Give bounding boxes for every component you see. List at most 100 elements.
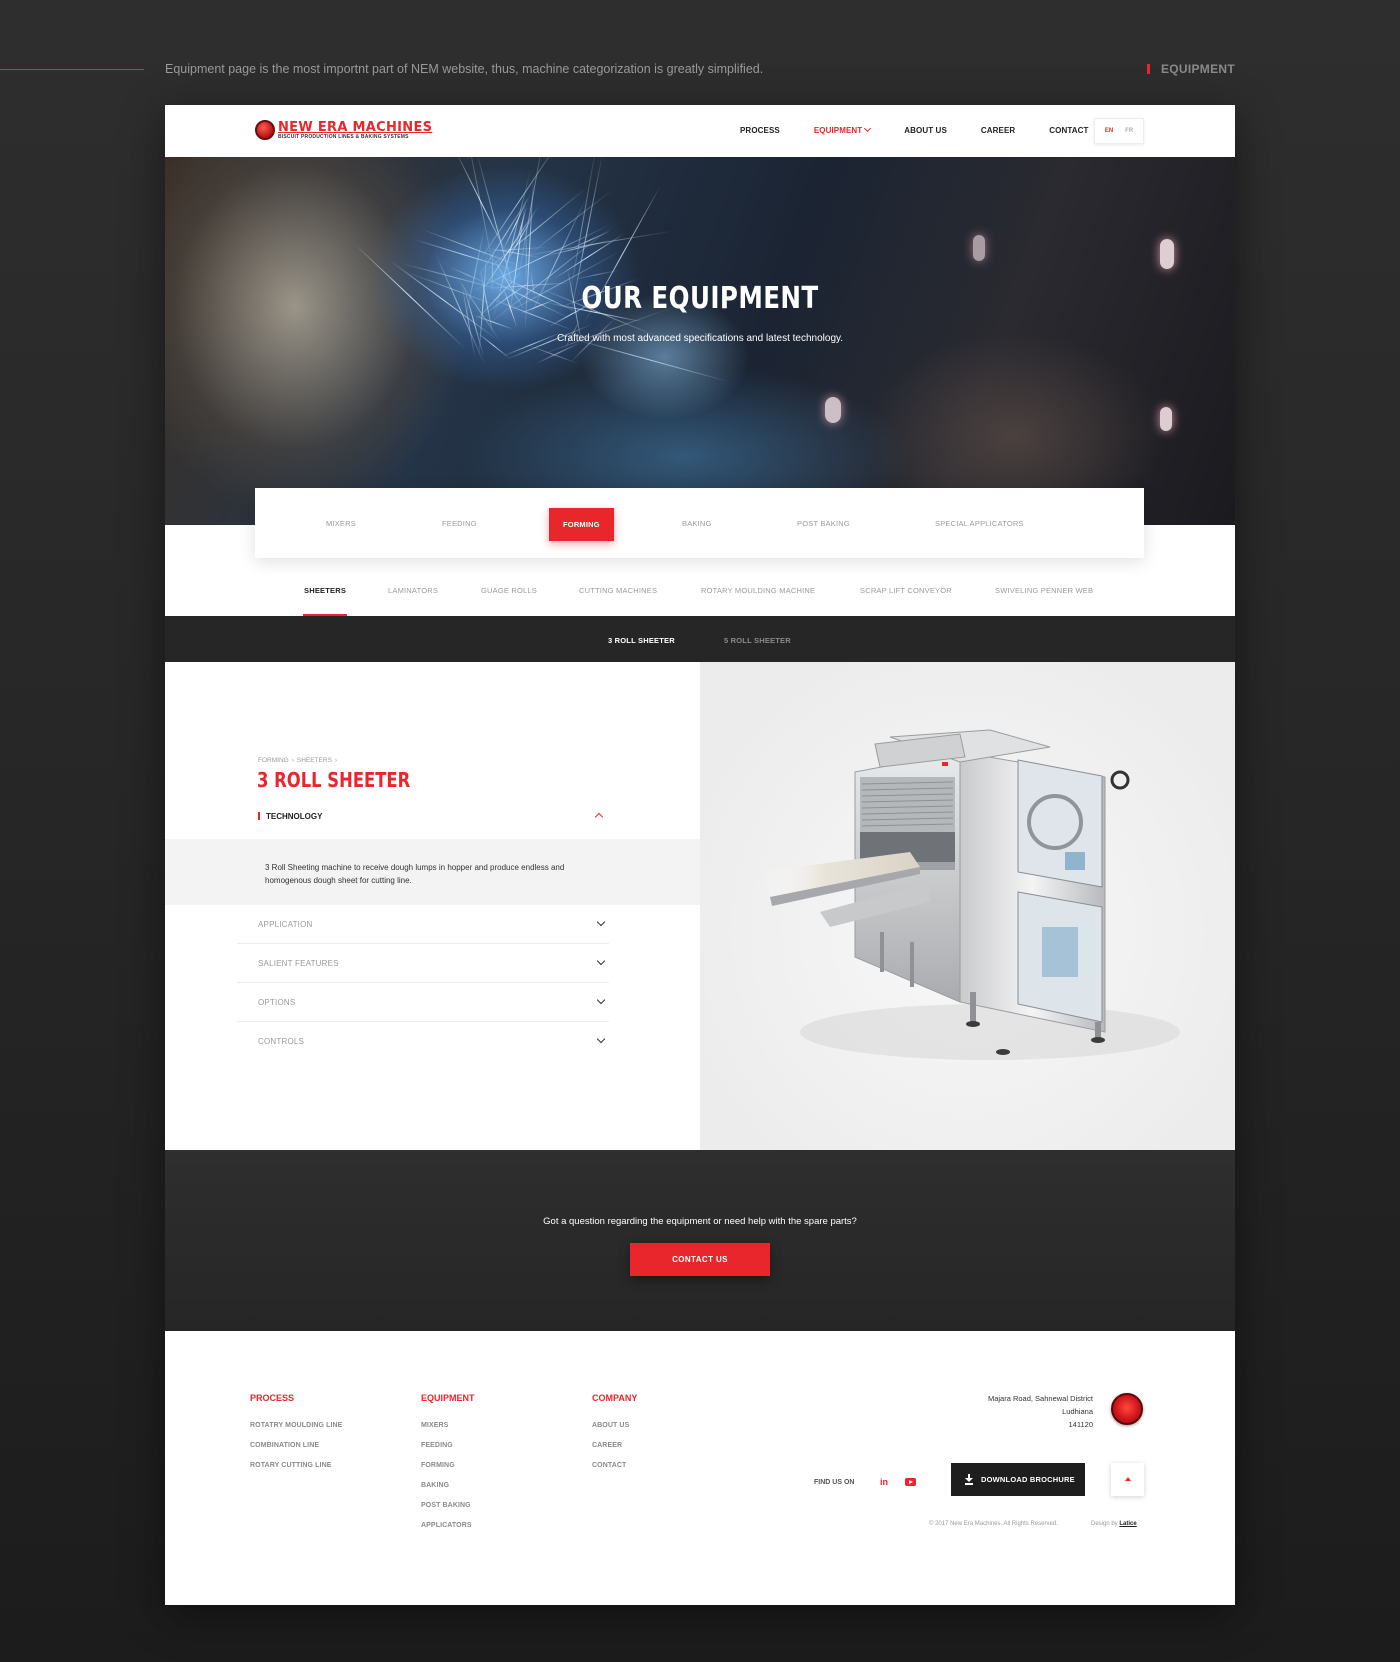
accordion-label: CONTROLS [258,1037,305,1046]
logo-name: NEW ERA MACHINES [278,119,433,135]
bokeh-light [825,397,841,423]
address: Majara Road, Sahnewal District Ludhiana … [988,1392,1093,1431]
logo-emblem-icon [255,120,275,140]
accordion-label: OPTIONS [258,998,296,1007]
footer-link[interactable]: FORMING [421,1462,475,1482]
footer-link[interactable]: CONTACT [592,1462,637,1482]
hero-title: OUR EQUIPMENT [581,281,819,316]
footer-heading: COMPANY [592,1393,638,1403]
language-fr[interactable]: FR [1125,128,1133,134]
design-credit-prefix: Design by [1091,1521,1118,1527]
category-tab-post-baking[interactable]: POST BAKING [797,519,850,528]
footer-link[interactable]: ABOUT US [592,1422,637,1442]
designer-link[interactable]: Latice [1119,1521,1136,1527]
sheeter-machine-image [760,729,1180,1060]
accordion-row-controls[interactable]: CONTROLS [237,1022,609,1061]
accordion-header-technology[interactable]: TECHNOLOGY [258,812,322,821]
footer-link[interactable]: BAKING [421,1482,475,1502]
contact-us-button[interactable]: CONTACT US [630,1243,770,1276]
footer-column-equipment: EQUIPMENT MIXERS FEEDING FORMING BAKING … [421,1393,475,1542]
footer-column-company: COMPANY ABOUT US CAREER CONTACT [592,1393,637,1482]
hero-subtitle: Crafted with most advanced specification… [556,333,844,344]
category-tab-forming[interactable]: FORMING [549,508,614,541]
category-tabs: MIXERS FEEDING FORMING BAKING POST BAKIN… [255,488,1144,558]
accordion-label: APPLICATION [258,920,313,929]
category-tab-special-applicators[interactable]: SPECIAL APPLICATORS [935,519,1024,528]
language-en[interactable]: EN [1105,128,1113,134]
subcategory-tab-sheeters[interactable]: SHEETERS [304,586,346,595]
product-title: 3 ROLL SHEETER [257,768,411,792]
address-line: Majara Road, Sahnewal District [987,1394,1093,1403]
nav-item-equipment[interactable]: EQUIPMENT [813,124,872,135]
nav-item-career[interactable]: CAREER [981,126,1015,135]
accordion-header-technology-label: TECHNOLOGY [266,812,323,821]
accent-line [0,69,144,70]
cta-question: Got a question regarding the equipment o… [543,1216,857,1227]
top-nav: NEW ERA MACHINES BISCUIT PRODUCTION LINE… [165,105,1235,157]
footer-link[interactable]: APPLICATORS [421,1522,475,1542]
breadcrumb-separator-icon: › [334,757,338,764]
accordion-label: SALIENT FEATURES [258,959,339,968]
bokeh-light [1160,239,1174,269]
footer-heading: EQUIPMENT [421,1393,475,1403]
back-to-top-icon[interactable] [1111,1463,1144,1496]
subcategory-tab-rotary-moulding-machine[interactable]: ROTARY MOULDING MACHINE [701,586,815,595]
category-tab-feeding[interactable]: FEEDING [442,519,477,528]
footer-column-process: PROCESS ROTATRY MOULDING LINE COMBINATIO… [250,1393,342,1482]
chevron-down-icon [596,956,606,966]
model-tab-5-roll-sheeter[interactable]: 5 ROLL SHEETER [724,636,791,645]
accordion-row-application[interactable]: APPLICATION [237,905,609,944]
youtube-icon[interactable] [905,1478,916,1486]
presentation-tag: EQUIPMENT [1146,62,1235,76]
footer-link[interactable]: FEEDING [421,1442,475,1462]
subcategory-tab-scrap-lift-conveyor[interactable]: SCRAP LIFT CONVEYOR [860,586,952,595]
presentation-tag-label: EQUIPMENT [1160,62,1235,76]
chevron-down-icon [596,917,606,927]
category-tab-mixers[interactable]: MIXERS [326,519,356,528]
nav-item-equipment-label: EQUIPMENT [813,126,863,135]
breadcrumb: FORMING › SHEETERS › [258,757,340,764]
accordion-body-technology: 3 Roll Sheeting machine to receive dough… [165,839,700,905]
address-line: 141120 [1068,1420,1093,1429]
subcategory-tab-cutting-machines[interactable]: CUTTING MACHINES [579,586,657,595]
accordion-row-options[interactable]: OPTIONS [237,983,609,1022]
footer-link[interactable]: COMBINATION LINE [250,1442,342,1462]
presentation-caption: Equipment page is the most importnt part… [165,62,764,76]
breadcrumb-item-forming[interactable]: FORMING [258,757,289,764]
spark-streak [514,230,675,259]
nav-item-contact[interactable]: CONTACT [1049,126,1088,135]
chevron-down-icon [864,124,872,133]
footer-logo-emblem-icon [1111,1393,1143,1425]
footer-link[interactable]: ROTATRY MOULDING LINE [250,1422,342,1442]
design-credit: Design by Latice [1091,1521,1137,1527]
nav-menu: PROCESS EQUIPMENT ABOUT US CAREER CONTAC… [740,124,1122,135]
breadcrumb-item-sheeters[interactable]: SHEETERS [297,757,332,764]
spark-streak [568,157,597,301]
footer: PROCESS ROTATRY MOULDING LINE COMBINATIO… [165,1331,1235,1605]
nav-item-process[interactable]: PROCESS [740,126,780,135]
linkedin-icon[interactable]: in [880,1477,888,1487]
breadcrumb-separator-icon: › [291,757,294,764]
footer-link[interactable]: POST BAKING [421,1502,475,1522]
bokeh-light [973,235,985,261]
logo-tagline: BISCUIT PRODUCTION LINES & BAKING SYSTEM… [278,133,409,140]
copyright: © 2017 New Era Machines. All Rights Rese… [929,1521,1058,1527]
nav-item-about-us[interactable]: ABOUT US [904,126,947,135]
footer-link[interactable]: ROTARY CUTTING LINE [250,1462,342,1482]
category-tab-baking[interactable]: BAKING [682,519,712,528]
bokeh-light [1160,407,1172,431]
accordion-row-salient-features[interactable]: SALIENT FEATURES [237,944,609,983]
logo[interactable]: NEW ERA MACHINES BISCUIT PRODUCTION LINE… [255,120,432,140]
product-details: FORMING › SHEETERS › 3 ROLL SHEETER TECHNOL… [165,662,700,1150]
download-brochure-button[interactable]: DOWNLOAD BROCHURE [951,1463,1085,1496]
footer-link[interactable]: MIXERS [421,1422,475,1442]
website-frame: NEW ERA MACHINES BISCUIT PRODUCTION LINE… [165,105,1235,1605]
contact-cta: Got a question regarding the equipment o… [165,1150,1235,1331]
footer-link[interactable]: CAREER [592,1442,637,1462]
model-tab-3-roll-sheeter[interactable]: 3 ROLL SHEETER [608,636,675,645]
subcategory-tab-swiveling-penner-web[interactable]: SWIVELING PENNER WEB [995,586,1093,595]
subcategory-tab-laminators[interactable]: LAMINATORS [388,586,438,595]
chevron-up-icon[interactable] [594,812,604,822]
subcategory-tab-guage-rolls[interactable]: GUAGE ROLLS [481,586,537,595]
find-us-label: FIND US ON [814,1479,855,1486]
